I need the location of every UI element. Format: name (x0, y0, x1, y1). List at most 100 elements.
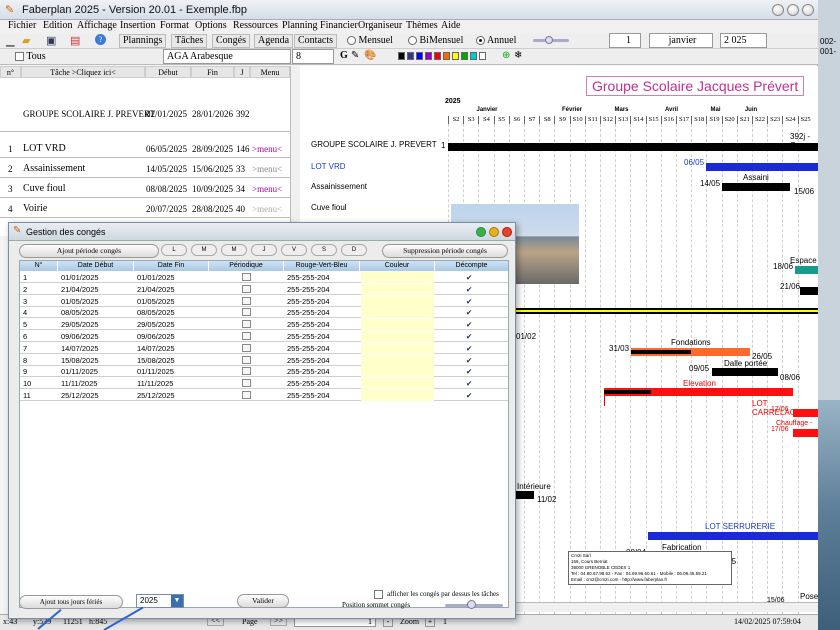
weekday-button[interactable]: M (221, 244, 247, 256)
gantt-bar-group[interactable] (448, 143, 818, 151)
menu-planning-financier[interactable]: Planning Financier (282, 20, 358, 31)
task-row[interactable]: 2 Assainissement 14/05/2025 15/06/2025 3… (0, 158, 290, 178)
weekday-button[interactable]: J (251, 244, 277, 256)
task-row[interactable]: 1 LOT VRD 06/05/2025 28/09/2025 146 >men… (0, 138, 290, 158)
view-mensuel[interactable]: Mensuel (347, 35, 393, 46)
color-swatch[interactable] (434, 52, 441, 60)
bimensuel-radio[interactable] (408, 36, 417, 46)
periodique-checkbox[interactable] (242, 332, 251, 340)
dialog-maximize-button[interactable] (489, 227, 499, 237)
page-spinner[interactable]: 1 (609, 33, 641, 48)
gantt-bar-2106[interactable] (800, 287, 818, 295)
bold-button[interactable]: G (340, 50, 348, 61)
gantt-bar-carrelage[interactable] (793, 409, 818, 417)
color-cell[interactable] (361, 319, 434, 331)
tous-check[interactable] (15, 52, 24, 62)
gantt-bar-chauffage[interactable] (793, 429, 818, 437)
validate-button[interactable]: Valider (237, 594, 289, 608)
view-bimensuel[interactable]: BiMensuel (408, 35, 463, 46)
annuel-radio[interactable] (476, 36, 485, 46)
holiday-row[interactable]: 4 08/05/2025 08/05/2025 255-255-204 ✔ (20, 307, 508, 319)
delete-period-button[interactable]: Suppression période congés (382, 244, 508, 258)
tab-taches[interactable]: Tâches (171, 34, 208, 48)
weekday-button[interactable]: L (161, 244, 187, 256)
periodique-checkbox[interactable] (242, 308, 251, 317)
year-select[interactable]: 2025 ▼ (136, 594, 184, 608)
gantt-bar-dalle[interactable] (712, 368, 778, 376)
menu-ressources[interactable]: Ressources (233, 20, 278, 31)
periodique-checkbox[interactable] (242, 379, 251, 388)
gantt-bar-vrd[interactable] (706, 163, 818, 171)
tab-conges[interactable]: Congés (212, 34, 250, 48)
add-period-button[interactable]: Ajout période congés (19, 244, 159, 258)
mensuel-radio[interactable] (347, 36, 356, 46)
dialog-close-button[interactable] (502, 227, 512, 237)
weekday-button[interactable]: M (191, 244, 217, 256)
menu-format[interactable]: Format (160, 20, 189, 31)
holiday-row[interactable]: 7 14/07/2025 14/07/2025 255-255-204 ✔ (20, 342, 508, 354)
menu-fichier[interactable]: Fichier (8, 20, 36, 31)
year-spinner[interactable]: 2 025 (720, 33, 767, 48)
color-cell[interactable] (361, 272, 434, 283)
decompte-check-icon[interactable]: ✔ (466, 297, 472, 306)
color-swatch[interactable] (398, 52, 405, 60)
weekday-button[interactable]: D (341, 244, 367, 256)
open-folder-icon[interactable]: ▰ (22, 34, 30, 47)
pen-icon[interactable]: ✎ (351, 50, 359, 61)
decompte-check-icon[interactable]: ✔ (466, 332, 472, 341)
periodique-checkbox[interactable] (242, 391, 251, 399)
decompte-check-icon[interactable]: ✔ (466, 367, 472, 376)
menu-aide[interactable]: Aide (441, 20, 460, 31)
decompte-check-icon[interactable]: ✔ (466, 308, 472, 317)
holiday-row[interactable]: 10 11/11/2025 11/11/2025 255-255-204 ✔ (20, 378, 508, 390)
task-menu-link[interactable]: >menu< (252, 164, 282, 174)
color-swatch[interactable] (416, 52, 423, 60)
decompte-check-icon[interactable]: ✔ (466, 285, 472, 294)
menu-organiseur[interactable]: Organiseur (358, 20, 402, 31)
holiday-row[interactable]: 9 01/11/2025 01/11/2025 255-255-204 ✔ (20, 366, 508, 378)
col-tache[interactable]: Tâche >Cliquez ici< (21, 66, 145, 78)
decompte-check-icon[interactable]: ✔ (466, 391, 472, 400)
decompte-check-icon[interactable]: ✔ (466, 344, 472, 353)
show-above-checkbox[interactable] (374, 590, 383, 599)
holiday-row[interactable]: 8 15/08/2025 15/08/2025 255-255-204 ✔ (20, 354, 508, 366)
month-spinner[interactable]: janvier (649, 33, 713, 48)
color-cell[interactable] (361, 283, 434, 295)
holiday-row[interactable]: 3 01/05/2025 01/05/2025 255-255-204 ✔ (20, 295, 508, 307)
menu-insertion[interactable]: Insertion (120, 20, 156, 31)
color-cell[interactable] (361, 390, 434, 401)
decompte-check-icon[interactable]: ✔ (466, 356, 472, 365)
color-cell[interactable] (361, 307, 434, 319)
color-swatch[interactable] (461, 52, 468, 60)
color-cell[interactable] (361, 331, 434, 342)
save-icon[interactable]: ▣ (46, 34, 56, 47)
tous-checkbox[interactable]: Tous (15, 51, 46, 62)
help-icon[interactable]: ? (95, 34, 106, 45)
holiday-row[interactable]: 6 09/06/2025 09/06/2025 255-255-204 ✔ (20, 331, 508, 342)
settings-icon[interactable]: ❄ (514, 50, 522, 61)
print-icon[interactable]: ▤ (70, 34, 80, 47)
holiday-row[interactable]: 2 21/04/2025 21/04/2025 255-255-204 ✔ (20, 283, 508, 295)
menu-options[interactable]: Options (195, 20, 227, 31)
decompte-check-icon[interactable]: ✔ (466, 273, 472, 282)
menu-affichage[interactable]: Affichage (77, 20, 117, 31)
gantt-bar-assainissement[interactable] (722, 183, 790, 191)
gantt-bar-espace[interactable] (795, 266, 818, 274)
tab-contacts[interactable]: Contacts (294, 34, 337, 48)
weekday-button[interactable]: S (311, 244, 337, 256)
color-cell[interactable] (361, 366, 434, 378)
periodique-checkbox[interactable] (242, 320, 251, 329)
periodique-checkbox[interactable] (242, 284, 251, 293)
color-swatch[interactable] (452, 52, 459, 60)
position-slider-thumb[interactable] (467, 600, 476, 609)
periodique-checkbox[interactable] (242, 355, 251, 364)
holiday-row[interactable]: 1 01/01/2025 01/01/2025 255-255-204 ✔ (20, 272, 508, 283)
decompte-check-icon[interactable]: ✔ (466, 320, 472, 329)
color-swatch[interactable] (479, 52, 486, 60)
add-icon[interactable]: ⊕ (502, 50, 510, 61)
color-cell[interactable] (361, 378, 434, 390)
font-select[interactable]: AGA Arabesque (163, 49, 291, 64)
periodique-checkbox[interactable] (242, 343, 251, 352)
gantt-bar-yellow[interactable] (516, 308, 818, 314)
tab-agenda[interactable]: Agenda (254, 34, 294, 48)
